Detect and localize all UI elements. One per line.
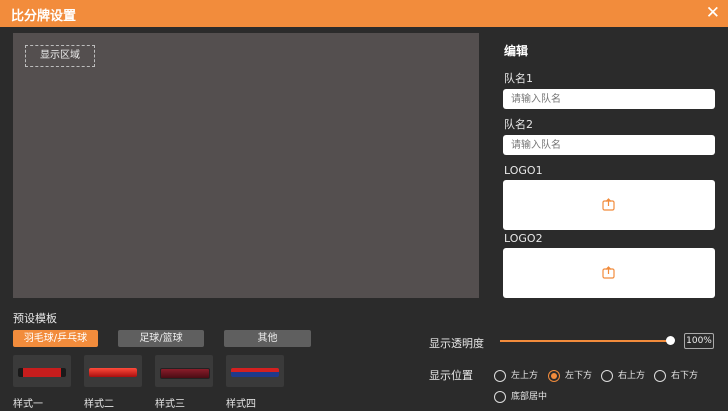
style-three-bar bbox=[160, 368, 210, 379]
style-four-bar bbox=[231, 368, 279, 377]
style-two-thumbnail[interactable] bbox=[84, 355, 142, 387]
logo2-label: LOGO2 bbox=[504, 232, 543, 245]
tab-badminton-pingpong[interactable]: 羽毛球/乒乓球 bbox=[13, 330, 98, 347]
logo2-upload[interactable] bbox=[503, 248, 715, 298]
logo1-label: LOGO1 bbox=[504, 164, 543, 177]
window-title: 比分牌设置 bbox=[11, 9, 77, 24]
preset-templates-title: 预设模板 bbox=[13, 312, 57, 325]
style-two-label: 样式二 bbox=[84, 399, 114, 410]
radio-selected-dot bbox=[551, 373, 557, 379]
edit-title: 编辑 bbox=[504, 44, 529, 58]
upload-icon bbox=[602, 198, 615, 211]
tab-football-basketball[interactable]: 足球/篮球 bbox=[118, 330, 204, 347]
style-three-label: 样式三 bbox=[155, 399, 185, 410]
title-bar: 比分牌设置 ✕ bbox=[0, 0, 728, 27]
tab-other[interactable]: 其他 bbox=[224, 330, 311, 347]
team1-label: 队名1 bbox=[504, 72, 533, 85]
style-one-thumbnail[interactable] bbox=[13, 355, 71, 387]
opacity-slider-track[interactable] bbox=[500, 340, 672, 342]
opacity-value[interactable]: 100% bbox=[684, 333, 714, 349]
opacity-slider-handle[interactable] bbox=[666, 336, 675, 345]
style-one-bar bbox=[18, 368, 66, 377]
logo1-upload[interactable] bbox=[503, 180, 715, 230]
style-four-thumbnail[interactable] bbox=[226, 355, 284, 387]
team2-input[interactable] bbox=[503, 135, 715, 155]
close-icon[interactable]: ✕ bbox=[706, 3, 720, 23]
style-one-label: 样式一 bbox=[13, 399, 43, 410]
style-two-bar bbox=[89, 368, 137, 377]
upload-icon bbox=[602, 266, 615, 279]
style-three-thumbnail[interactable] bbox=[155, 355, 213, 387]
preview-area[interactable]: 显示区域 bbox=[13, 33, 479, 298]
team2-label: 队名2 bbox=[504, 118, 533, 131]
style-four-label: 样式四 bbox=[226, 399, 256, 410]
team1-input[interactable] bbox=[503, 89, 715, 109]
opacity-label: 显示透明度 bbox=[429, 337, 484, 350]
display-area-box[interactable]: 显示区域 bbox=[25, 45, 95, 67]
position-label: 显示位置 bbox=[429, 369, 473, 382]
